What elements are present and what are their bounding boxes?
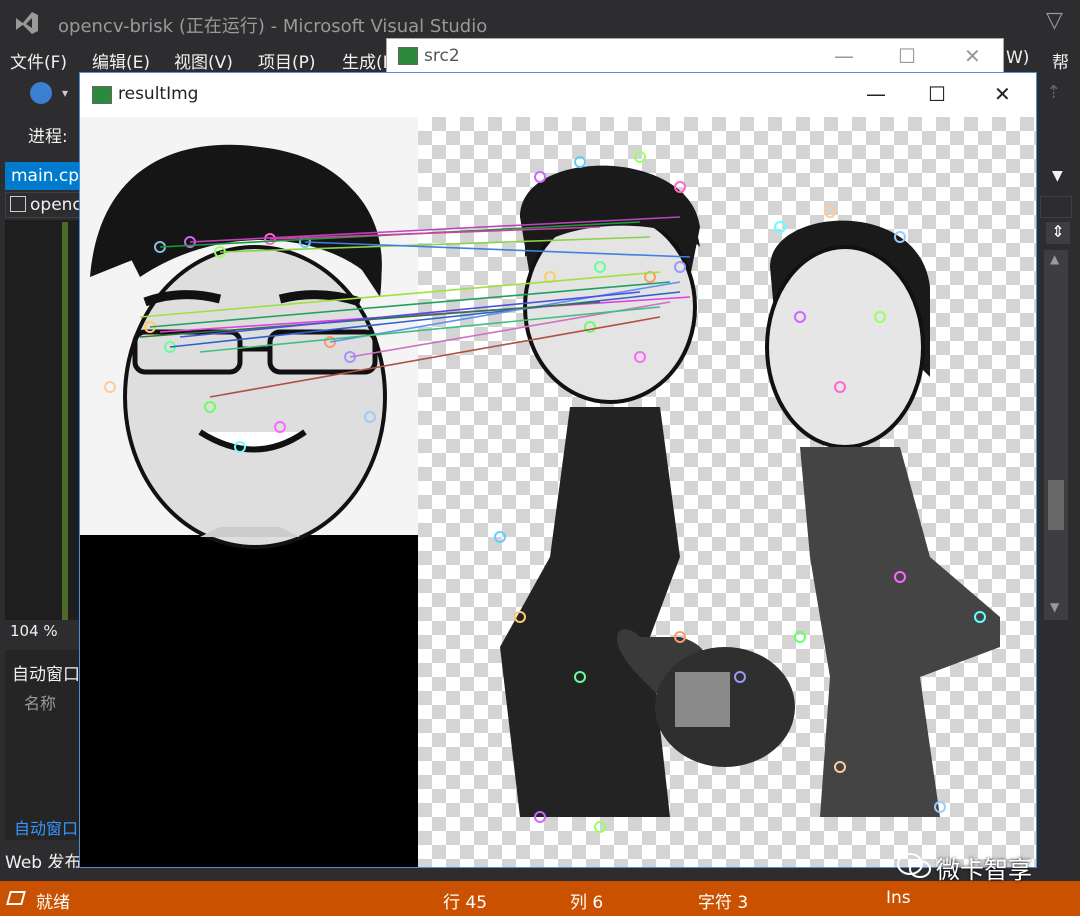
menu-file[interactable]: 文件(F): [10, 48, 67, 73]
minimize-icon[interactable]: —: [866, 82, 886, 106]
split-icon[interactable]: ⇕: [1046, 222, 1070, 244]
menu-view[interactable]: 视图(V): [174, 48, 233, 73]
status-bar: [0, 881, 1080, 916]
close-icon[interactable]: ✕: [994, 82, 1011, 106]
pixelated-block: [675, 672, 730, 727]
status-ready: 就绪: [36, 893, 70, 913]
vertical-scrollbar[interactable]: [1044, 250, 1068, 620]
autos-tab[interactable]: 自动窗口: [14, 815, 78, 839]
scroll-down-icon[interactable]: ▼: [1050, 600, 1059, 614]
zoom-level[interactable]: 104 %: [5, 622, 81, 642]
right-couple-illustration: [500, 165, 1000, 817]
status-column: 列 6: [570, 893, 604, 913]
src2-maximize-icon[interactable]: ☐: [898, 44, 916, 68]
status-line: 行 45: [443, 893, 488, 913]
menu-edit[interactable]: 编辑(E): [92, 48, 150, 73]
src2-window-title: src2: [424, 46, 460, 66]
maximize-icon[interactable]: ☐: [928, 82, 946, 106]
filter-icon[interactable]: ▽: [1046, 8, 1063, 33]
autos-column-name: 名称: [24, 694, 57, 713]
window-app-icon: [398, 47, 418, 65]
src2-close-icon[interactable]: ✕: [964, 44, 981, 68]
status-char: 字符 3: [698, 893, 749, 913]
scroll-up-icon[interactable]: ▲: [1050, 252, 1059, 266]
wechat-icon: [897, 853, 931, 878]
scrollbar-thumb[interactable]: [1048, 480, 1064, 530]
process-label: 进程:: [28, 127, 68, 147]
solution-icon: [10, 196, 26, 212]
dropdown-arrow-icon[interactable]: ▼: [1052, 168, 1063, 184]
src2-minimize-icon[interactable]: —: [834, 44, 854, 68]
toolbar-up-icon[interactable]: ⇡: [1046, 82, 1061, 103]
feature-match-visualization: [90, 144, 1000, 833]
status-insert-mode: Ins: [886, 888, 911, 908]
back-dropdown-icon[interactable]: ▾: [62, 86, 68, 100]
left-face-illustration: [90, 144, 387, 549]
autos-panel-title: 自动窗口: [12, 665, 80, 685]
change-tracking-bar: [62, 222, 68, 620]
tab-main-cpp[interactable]: main.cpp: [5, 162, 85, 190]
watermark-text: 微卡智享: [936, 856, 1032, 884]
code-editor[interactable]: [5, 220, 81, 620]
tab-opencv[interactable]: opencv: [5, 192, 85, 218]
back-arrow-icon[interactable]: [30, 82, 52, 104]
resultimg-window-title: resultImg: [118, 84, 199, 104]
menu-project[interactable]: 项目(P): [258, 48, 316, 73]
menu-window[interactable]: W): [1006, 48, 1029, 68]
window-app-icon: [92, 86, 112, 104]
tab-opencv-label: opencv: [30, 195, 84, 215]
member-dropdown[interactable]: [1040, 196, 1072, 218]
visual-studio-logo-icon: [16, 12, 38, 34]
window-title: opencv-brisk (正在运行) - Microsoft Visual S…: [58, 16, 488, 37]
